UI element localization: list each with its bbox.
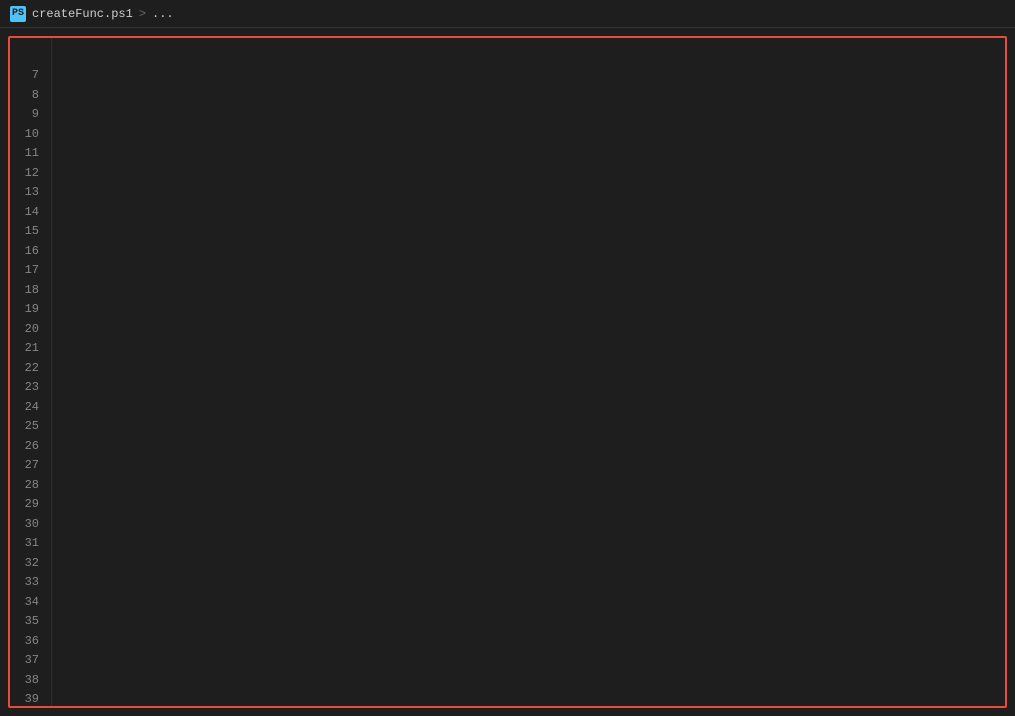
filename-label: createFunc.ps1 bbox=[32, 7, 133, 21]
app-icon: PS bbox=[10, 6, 26, 22]
editor-area: 7 8 9 10 11 12 13 14 15 16 17 18 19 20 2… bbox=[0, 28, 1015, 716]
path-separator: > bbox=[139, 7, 146, 21]
code-container[interactable]: 7 8 9 10 11 12 13 14 15 16 17 18 19 20 2… bbox=[8, 36, 1007, 708]
code-line bbox=[68, 46, 1005, 66]
line-numbers: 7 8 9 10 11 12 13 14 15 16 17 18 19 20 2… bbox=[10, 38, 52, 706]
code-editor[interactable] bbox=[52, 38, 1005, 706]
path-label: ... bbox=[152, 7, 174, 21]
